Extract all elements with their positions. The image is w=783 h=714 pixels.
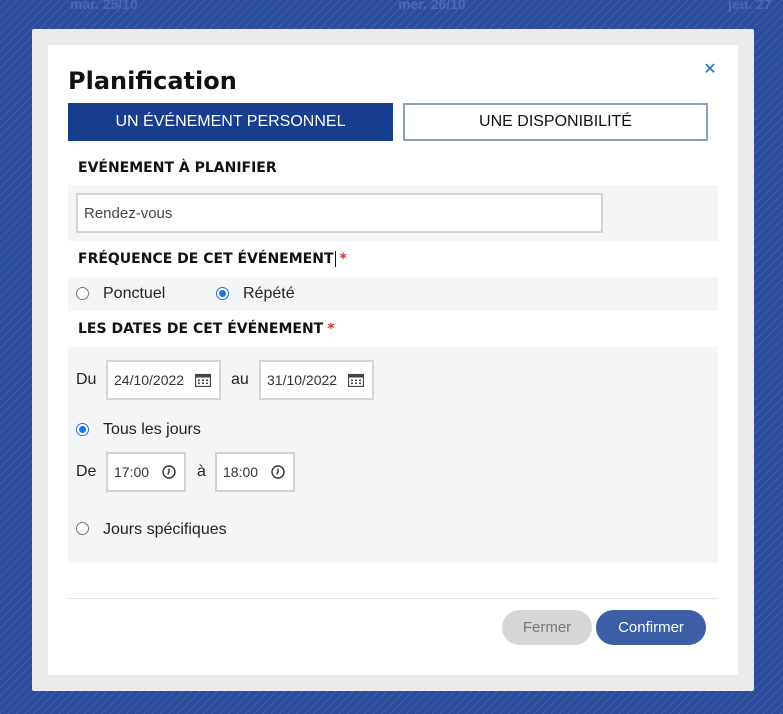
date-from-field[interactable]: 24/10/2022 (106, 360, 221, 400)
footer-divider (68, 598, 718, 599)
radio-ponctuel-label: Ponctuel (103, 285, 166, 302)
date-from-label: Du (76, 371, 97, 388)
required-mark: * (339, 251, 347, 267)
time-to-field[interactable]: 18:00 (215, 452, 295, 492)
time-from-label: De (76, 463, 97, 480)
clock-icon[interactable] (271, 465, 285, 479)
date-to-field[interactable]: 31/10/2022 (259, 360, 374, 400)
close-button[interactable]: Fermer (502, 610, 592, 645)
radio-specific-days[interactable] (76, 522, 89, 535)
date-to-value: 31/10/2022 (267, 372, 338, 388)
event-section-label: EVÉNEMENT À PLANIFIER (78, 160, 277, 176)
calendar-icon[interactable] (195, 373, 211, 387)
clock-icon[interactable] (162, 465, 176, 479)
day-header: mer. 26/10 (398, 0, 466, 12)
date-to-label: au (231, 371, 249, 388)
radio-specific-days-label: Jours spécifiques (103, 521, 227, 538)
radio-repete-label: Répété (243, 285, 295, 302)
time-to-label: à (197, 463, 206, 480)
radio-every-day-label: Tous les jours (103, 421, 201, 438)
time-from-value: 17:00 (114, 464, 150, 480)
frequency-section-label: FRÉQUENCE DE CET ÉVÉNEMENT * (78, 251, 347, 267)
calendar-background-header: mar. 25/10 mer. 26/10 jeu. 27 (0, 0, 783, 14)
text-cursor (334, 251, 336, 267)
dates-section-label: LES DATES DE CET ÉVÉNEMENT * (78, 321, 335, 337)
tab-availability[interactable]: UNE DISPONIBILITÉ (403, 103, 708, 141)
time-to-value: 18:00 (223, 464, 259, 480)
frequency-panel (68, 277, 718, 311)
frequency-label-text: FRÉQUENCE DE CET ÉVÉNEMENT (78, 251, 334, 267)
radio-repete[interactable] (216, 287, 229, 300)
radio-ponctuel[interactable] (76, 287, 89, 300)
day-header: mar. 25/10 (70, 0, 138, 12)
date-from-value: 24/10/2022 (114, 372, 185, 388)
event-name-input[interactable] (76, 193, 603, 233)
calendar-icon[interactable] (348, 373, 364, 387)
close-icon[interactable]: ✕ (702, 62, 718, 78)
confirm-button[interactable]: Confirmer (596, 610, 706, 645)
day-header: jeu. 27 (728, 0, 772, 12)
modal-title: Planification (68, 67, 237, 95)
time-from-field[interactable]: 17:00 (106, 452, 186, 492)
dates-label-text: LES DATES DE CET ÉVÉNEMENT (78, 321, 324, 337)
tab-personal-event[interactable]: UN ÉVÉNEMENT PERSONNEL (68, 103, 393, 141)
planification-modal: Planification ✕ UN ÉVÉNEMENT PERSONNEL U… (48, 45, 738, 675)
radio-every-day[interactable] (76, 423, 89, 436)
required-mark: * (327, 321, 335, 337)
